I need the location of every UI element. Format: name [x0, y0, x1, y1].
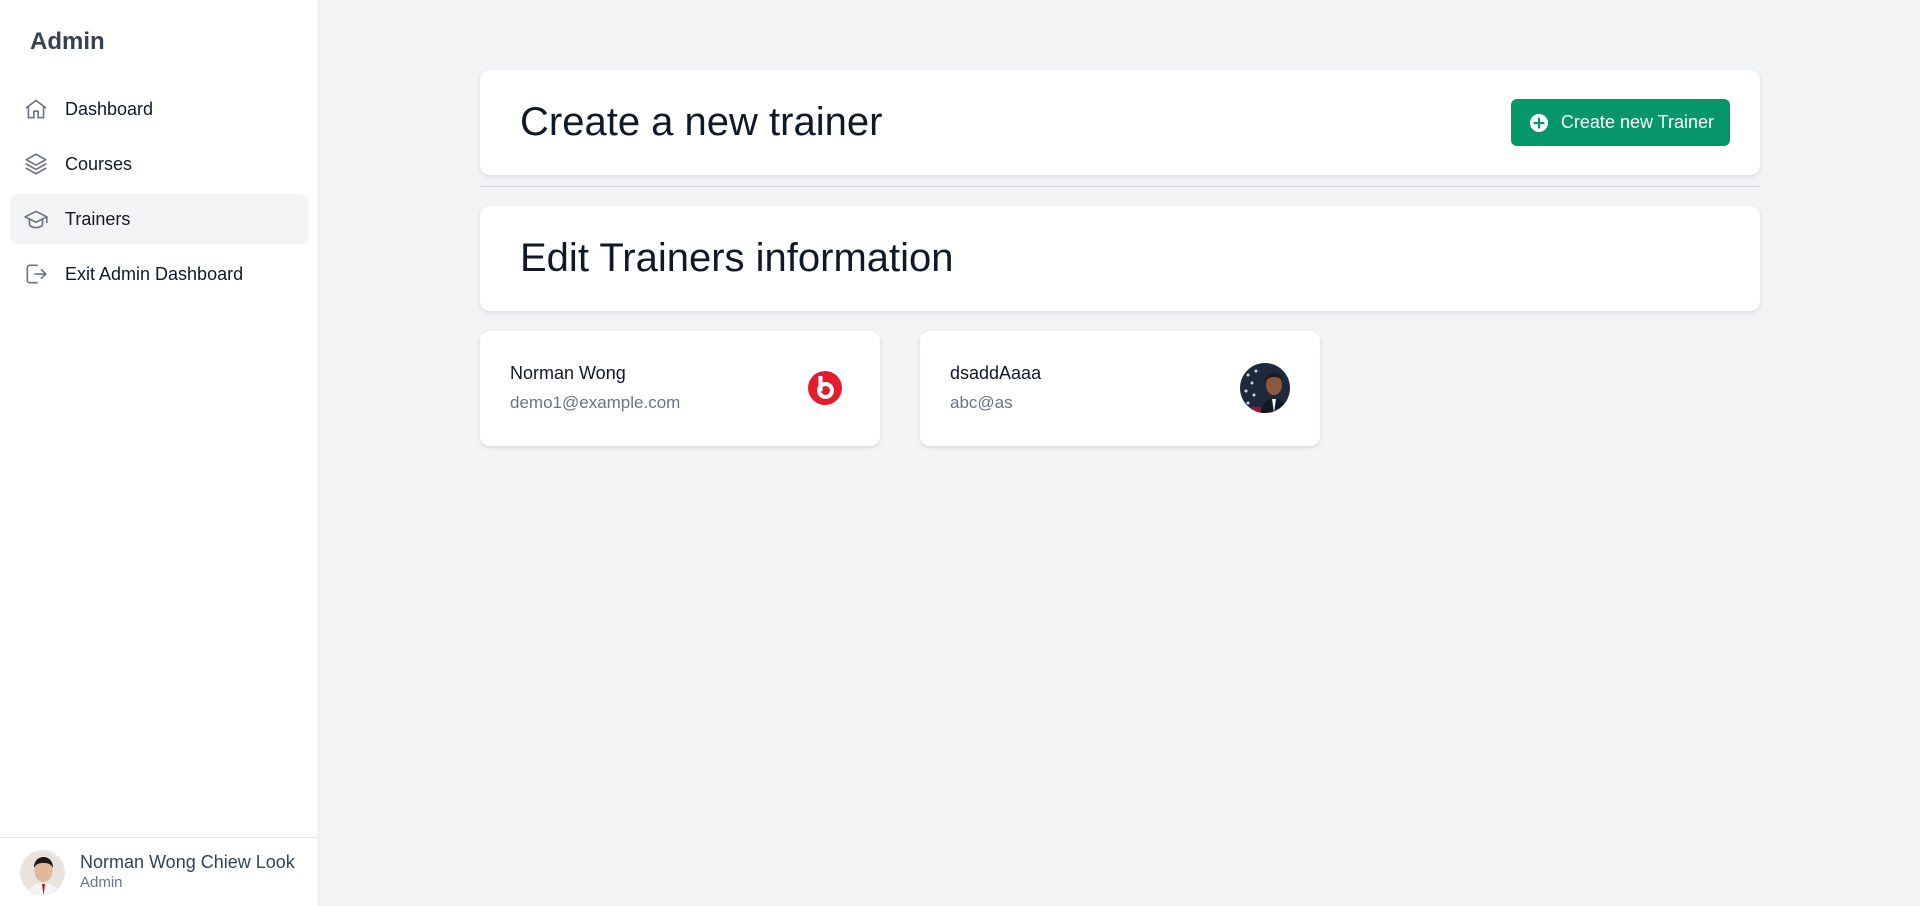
section-title: Edit Trainers information: [520, 236, 954, 280]
user-role: Admin: [80, 874, 123, 891]
layers-icon: [22, 150, 50, 178]
sidebar-item-label: Exit Admin Dashboard: [65, 263, 244, 284]
create-button-label: Create new Trainer: [1560, 112, 1714, 132]
plus-circle-icon: [1529, 113, 1549, 133]
trainer-avatar: [1240, 363, 1290, 413]
trainer-name: Norman Wong: [510, 363, 626, 383]
sidebar-item-trainers[interactable]: Trainers: [10, 194, 309, 244]
sidebar-item-courses[interactable]: Courses: [10, 139, 309, 189]
sidebar-item-dashboard[interactable]: Dashboard: [10, 84, 309, 134]
sidebar-brand: Admin: [30, 28, 105, 55]
trainer-name: dsaddAaaa: [950, 363, 1042, 383]
exit-icon: [22, 260, 50, 288]
sidebar-item-label: Dashboard: [65, 98, 154, 119]
page-title: Create a new trainer: [520, 100, 883, 144]
create-trainer-card: Create a new trainer Create new Trainer: [480, 70, 1760, 175]
trainer-avatar: [800, 363, 850, 413]
user-name: Norman Wong Chiew Look: [80, 852, 295, 872]
edit-trainers-card: Edit Trainers information: [480, 206, 1760, 311]
avatar: [20, 849, 65, 895]
trainer-email: abc@as: [950, 393, 1013, 412]
trainer-card[interactable]: dsaddAaaa abc@as: [920, 331, 1320, 446]
graduation-cap-icon: [22, 205, 50, 233]
user-profile[interactable]: Norman Wong Chiew Look Admin: [0, 837, 319, 906]
sidebar-nav: Dashboard Courses Trainers Exit Admin Da…: [10, 84, 309, 304]
create-new-trainer-button[interactable]: Create new Trainer: [1510, 99, 1730, 146]
sidebar-item-label: Courses: [65, 153, 133, 174]
divider: [480, 186, 1760, 187]
sidebar: Admin Dashboard Courses Trainers Exit Ad…: [0, 0, 319, 906]
trainer-email: demo1@example.com: [510, 393, 681, 412]
trainer-card[interactable]: Norman Wong demo1@example.com: [480, 331, 880, 446]
home-icon: [22, 95, 50, 123]
sidebar-item-label: Trainers: [65, 208, 131, 229]
sidebar-item-exit-admin[interactable]: Exit Admin Dashboard: [10, 249, 309, 299]
